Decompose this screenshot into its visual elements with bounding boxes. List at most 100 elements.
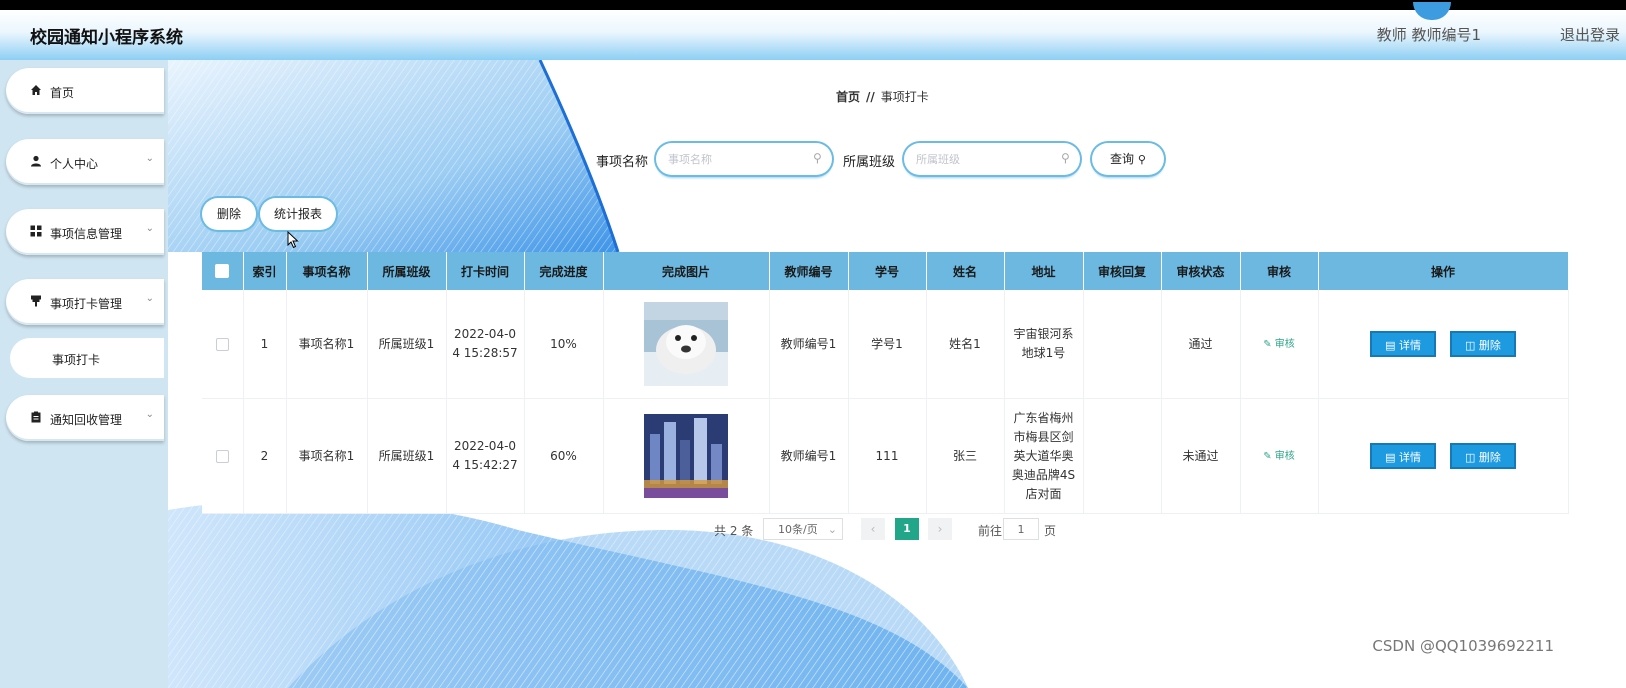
pager-total: 共 2 条 bbox=[714, 524, 754, 538]
search-icon: ⚲ bbox=[813, 151, 822, 165]
user-info: 教师 教师编号1 bbox=[1376, 26, 1481, 44]
seal-photo[interactable] bbox=[644, 302, 728, 386]
cell-audit: ✎ 审核 bbox=[1240, 398, 1319, 514]
batch-delete-button[interactable]: 删除 bbox=[202, 198, 256, 230]
edit-icon: ✎ bbox=[1263, 339, 1272, 350]
cell-address: 广东省梅州 市梅县区剑 英大道华奥 奥迪品牌4S 店对面 bbox=[1004, 398, 1084, 514]
cell-image bbox=[603, 398, 770, 514]
column-header: 审核回复 bbox=[1083, 252, 1162, 290]
audit-link[interactable]: ✎ 审核 bbox=[1263, 339, 1295, 350]
breadcrumb-home[interactable]: 首页 bbox=[836, 90, 860, 104]
table-header-row: 索引 事项名称 所属班级 打卡时间 完成进度 完成图片 教师编号 学号 姓名 地… bbox=[202, 252, 1569, 290]
column-header: 索引 bbox=[243, 252, 287, 290]
matter-name-label: 事项名称 bbox=[596, 155, 649, 170]
document-icon: ▤ bbox=[1385, 451, 1396, 464]
next-page-button[interactable]: › bbox=[928, 518, 952, 540]
cell-image bbox=[603, 290, 770, 399]
mouse-cursor-icon bbox=[287, 231, 299, 249]
sidebar-item-home[interactable]: 首页 bbox=[6, 68, 164, 114]
audit-link-label: 审核 bbox=[1274, 451, 1295, 462]
sidebar-subitem-checkin[interactable]: 事项打卡 bbox=[10, 338, 164, 378]
delete-button[interactable]: ◫ 删除 bbox=[1449, 331, 1516, 357]
chevron-down-icon: ⌄ bbox=[145, 293, 154, 304]
audit-link-label: 审核 bbox=[1274, 339, 1295, 350]
city-night-photo[interactable] bbox=[644, 414, 728, 498]
prev-page-button[interactable]: ‹ bbox=[861, 518, 885, 540]
column-header: 姓名 bbox=[926, 252, 1005, 290]
address-line: 地球1号 bbox=[1021, 346, 1066, 360]
select-all-checkbox[interactable] bbox=[202, 252, 244, 290]
cell-teacher-no: 教师编号1 bbox=[769, 290, 849, 399]
chevron-left-icon: ‹ bbox=[870, 522, 876, 536]
chevron-down-icon: ⌄ bbox=[145, 223, 154, 234]
detail-button[interactable]: ▤ 详情 bbox=[1370, 443, 1437, 469]
logout-button[interactable]: 退出登录 bbox=[1560, 24, 1620, 45]
time-line: 4 15:28:57 bbox=[452, 346, 518, 360]
cell-student-no: 111 bbox=[848, 398, 927, 514]
cell-matter-name: 事项名称1 bbox=[286, 398, 368, 514]
app-title: 校园通知小程序系统 bbox=[30, 28, 183, 48]
page-size-value: 10条/页 bbox=[778, 523, 818, 536]
sidebar-item-personal-center[interactable]: 个人中心 ⌄ bbox=[6, 139, 164, 185]
clipboard-icon bbox=[31, 411, 41, 423]
column-header: 完成图片 bbox=[603, 252, 770, 290]
time-line: 2022-04-0 bbox=[453, 327, 517, 341]
address-line: 广东省梅州 bbox=[1013, 410, 1074, 425]
edit-icon: ✎ bbox=[1263, 451, 1272, 462]
sidebar-item-label: 首页 bbox=[50, 86, 75, 100]
breadcrumb: 首页 // 事项打卡 bbox=[836, 88, 929, 105]
sidebar-item-label: 事项打卡管理 bbox=[50, 297, 123, 311]
sidebar-item-checkin-management[interactable]: 事项打卡管理 ⌄ bbox=[6, 279, 164, 325]
matter-name-input[interactable] bbox=[656, 143, 832, 175]
detail-button-label: 详情 bbox=[1399, 339, 1422, 352]
trash-icon: ◫ bbox=[1464, 339, 1476, 352]
cell-actions: ▤ 详情 ◫ 删除 bbox=[1318, 398, 1569, 514]
chevron-right-icon: › bbox=[937, 522, 943, 536]
cell-class: 所属班级1 bbox=[367, 290, 447, 399]
delete-button[interactable]: ◫ 删除 bbox=[1449, 443, 1516, 469]
cell-audit-status: 通过 bbox=[1161, 290, 1241, 399]
sidebar-item-notice-recycle[interactable]: 通知回收管理 ⌄ bbox=[6, 395, 164, 441]
delete-button-label: 删除 bbox=[1478, 339, 1501, 352]
breadcrumb-separator: // bbox=[866, 90, 875, 104]
goto-page-input[interactable]: 1 bbox=[1003, 518, 1039, 540]
table-row: 2 事项名称1 所属班级1 2022-04-0 4 15:42:27 60% 教师… bbox=[202, 398, 1569, 514]
column-header: 审核状态 bbox=[1161, 252, 1241, 290]
cell-class: 所属班级1 bbox=[367, 398, 447, 514]
column-header: 所属班级 bbox=[367, 252, 447, 290]
detail-button[interactable]: ▤ 详情 bbox=[1370, 331, 1437, 357]
class-input[interactable] bbox=[904, 143, 1080, 175]
sidebar-item-label: 通知回收管理 bbox=[50, 413, 123, 427]
query-button[interactable]: 查询 ⚲ bbox=[1092, 143, 1164, 175]
column-header: 学号 bbox=[848, 252, 927, 290]
cell-actions: ▤ 详情 ◫ 删除 bbox=[1318, 290, 1569, 399]
row-checkbox[interactable] bbox=[202, 290, 244, 399]
column-header: 事项名称 bbox=[286, 252, 368, 290]
watermark: CSDN @QQ1039692211 bbox=[1372, 637, 1554, 655]
cell-audit: ✎ 审核 bbox=[1240, 290, 1319, 399]
cell-index: 1 bbox=[243, 290, 287, 399]
column-header: 教师编号 bbox=[769, 252, 849, 290]
cell-progress: 60% bbox=[524, 398, 604, 514]
sidebar-item-matter-info[interactable]: 事项信息管理 ⌄ bbox=[6, 209, 164, 255]
cell-checkin-time: 2022-04-0 4 15:42:27 bbox=[446, 398, 525, 514]
user-icon bbox=[31, 155, 41, 167]
chevron-down-icon: ⌄ bbox=[145, 153, 154, 164]
goto-suffix: 页 bbox=[1044, 524, 1057, 538]
page-size-select[interactable]: 10条/页 ⌄ bbox=[763, 518, 843, 540]
statistics-report-button[interactable]: 统计报表 bbox=[260, 198, 336, 230]
column-header: 审核 bbox=[1240, 252, 1319, 290]
sidebar-item-label: 事项信息管理 bbox=[50, 227, 123, 241]
cell-audit-reply bbox=[1083, 290, 1162, 399]
time-line: 2022-04-0 bbox=[453, 439, 517, 453]
time-line: 4 15:42:27 bbox=[452, 458, 518, 472]
column-header: 打卡时间 bbox=[446, 252, 525, 290]
address-line: 宇宙银河系 bbox=[1013, 327, 1074, 341]
audit-link[interactable]: ✎ 审核 bbox=[1263, 451, 1295, 462]
class-label: 所属班级 bbox=[843, 155, 896, 170]
address-line: 店对面 bbox=[1025, 486, 1062, 501]
address-line: 英大道华奥 bbox=[1013, 448, 1074, 463]
page-number-current[interactable]: 1 bbox=[895, 518, 919, 540]
row-checkbox[interactable] bbox=[202, 398, 244, 514]
avatar bbox=[1413, 2, 1451, 20]
